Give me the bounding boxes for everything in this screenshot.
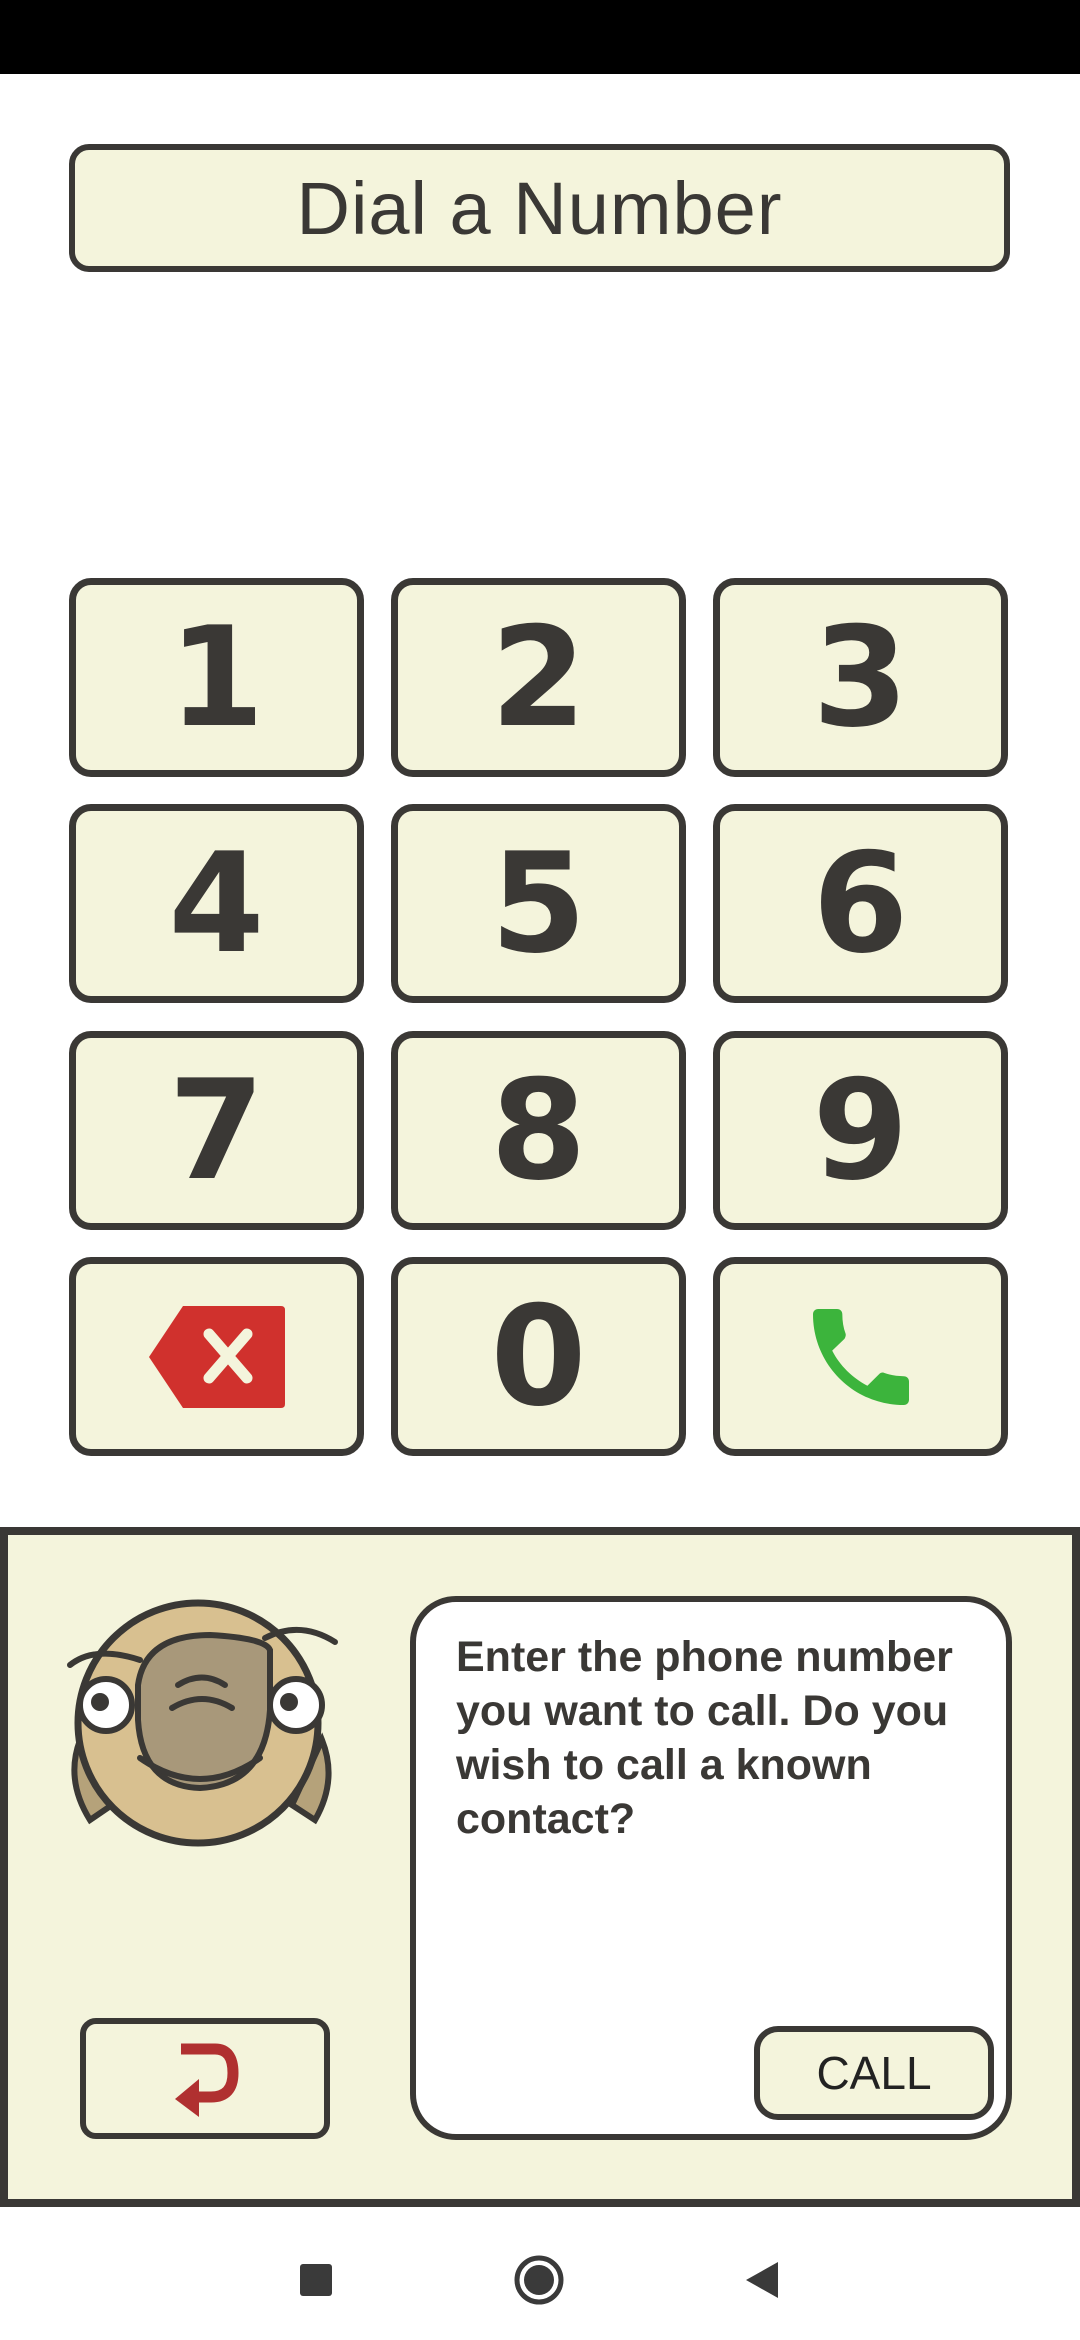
recents-button[interactable] (286, 2250, 346, 2310)
nav-back-button[interactable] (732, 2250, 792, 2310)
triangle-back-icon (746, 2262, 778, 2298)
key-4-label: 4 (168, 823, 265, 984)
key-1-label: 1 (168, 597, 265, 758)
square-icon (300, 2264, 332, 2296)
backspace-x-icon (148, 1305, 285, 1408)
key-7[interactable]: 7 (69, 1031, 364, 1230)
key-6-label: 6 (812, 823, 909, 984)
speech-bubble: Enter the phone number you want to call.… (410, 1596, 1012, 2140)
home-button[interactable] (509, 2250, 569, 2310)
key-0[interactable]: 0 (391, 1257, 686, 1456)
key-9[interactable]: 9 (713, 1031, 1008, 1230)
page-title: Dial a Number (69, 144, 1010, 272)
key-8[interactable]: 8 (391, 1031, 686, 1230)
phone-handset-icon (812, 1308, 909, 1405)
key-5[interactable]: 5 (391, 804, 686, 1003)
key-4[interactable]: 4 (69, 804, 364, 1003)
return-arrow-icon (175, 2043, 239, 2117)
call-contact-label: CALL (816, 2047, 932, 2099)
page-title-text: Dial a Number (296, 166, 783, 250)
circle-icon (514, 2255, 564, 2305)
key-6[interactable]: 6 (713, 804, 1008, 1003)
key-2-label: 2 (490, 597, 587, 758)
key-2[interactable]: 2 (391, 578, 686, 777)
key-7-label: 7 (168, 1050, 265, 1211)
back-button[interactable] (80, 2018, 330, 2139)
assistant-message: Enter the phone number you want to call.… (456, 1633, 953, 1843)
key-1[interactable]: 1 (69, 578, 364, 777)
key-5-label: 5 (490, 823, 587, 984)
key-0-label: 0 (490, 1276, 587, 1437)
key-3[interactable]: 3 (713, 578, 1008, 777)
call-key[interactable] (713, 1257, 1008, 1456)
status-bar (0, 0, 1080, 74)
key-9-label: 9 (812, 1050, 909, 1211)
sloth-mascot-icon (67, 1599, 338, 1847)
key-8-label: 8 (490, 1050, 587, 1211)
call-contact-button[interactable]: CALL (754, 2026, 994, 2120)
key-3-label: 3 (812, 597, 909, 758)
system-nav-bar (0, 2210, 1080, 2340)
delete-key[interactable] (69, 1257, 364, 1456)
